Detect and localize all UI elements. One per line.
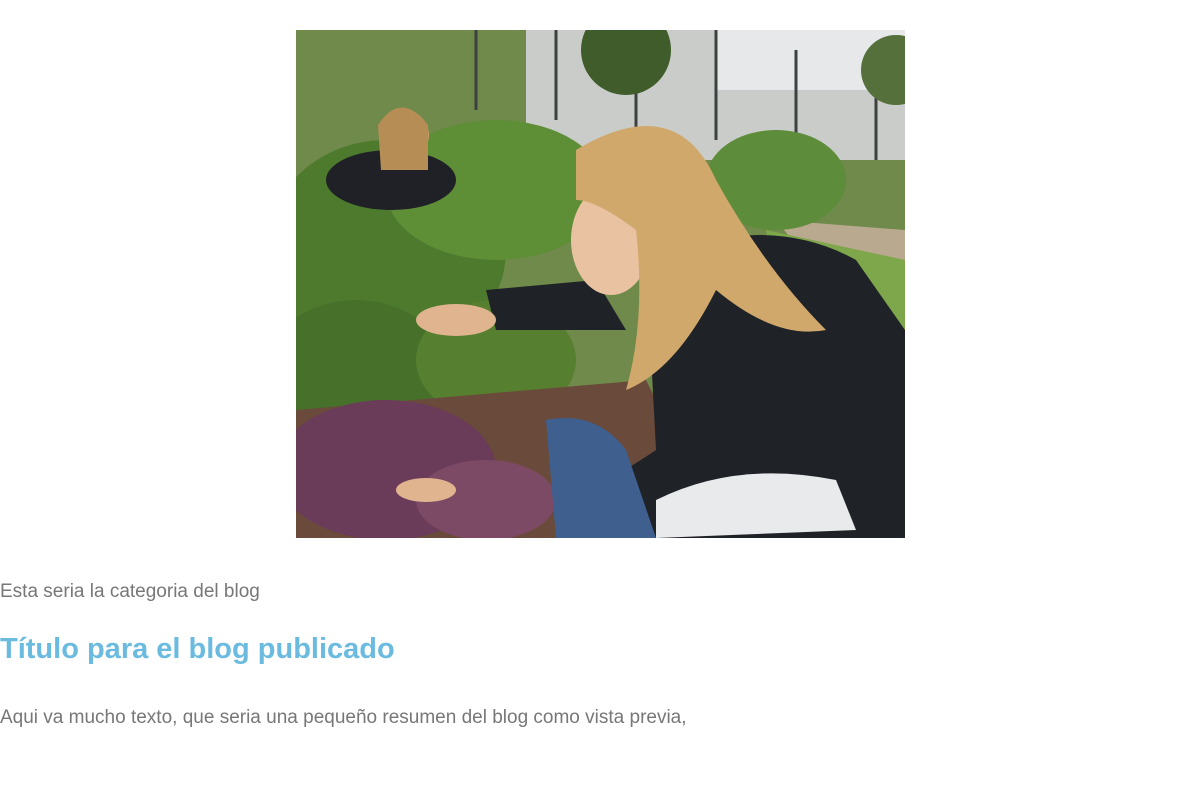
blog-excerpt: Aqui va mucho texto, que seria una peque… [0, 707, 687, 728]
blog-category[interactable]: Esta seria la categoria del blog [0, 580, 260, 604]
blog-title[interactable]: Título para el blog publicado [0, 630, 395, 668]
blog-post-image[interactable] [296, 30, 905, 538]
garden-photo [296, 30, 905, 538]
blog-post-preview: Esta seria la categoria del blog Título … [0, 0, 1200, 795]
